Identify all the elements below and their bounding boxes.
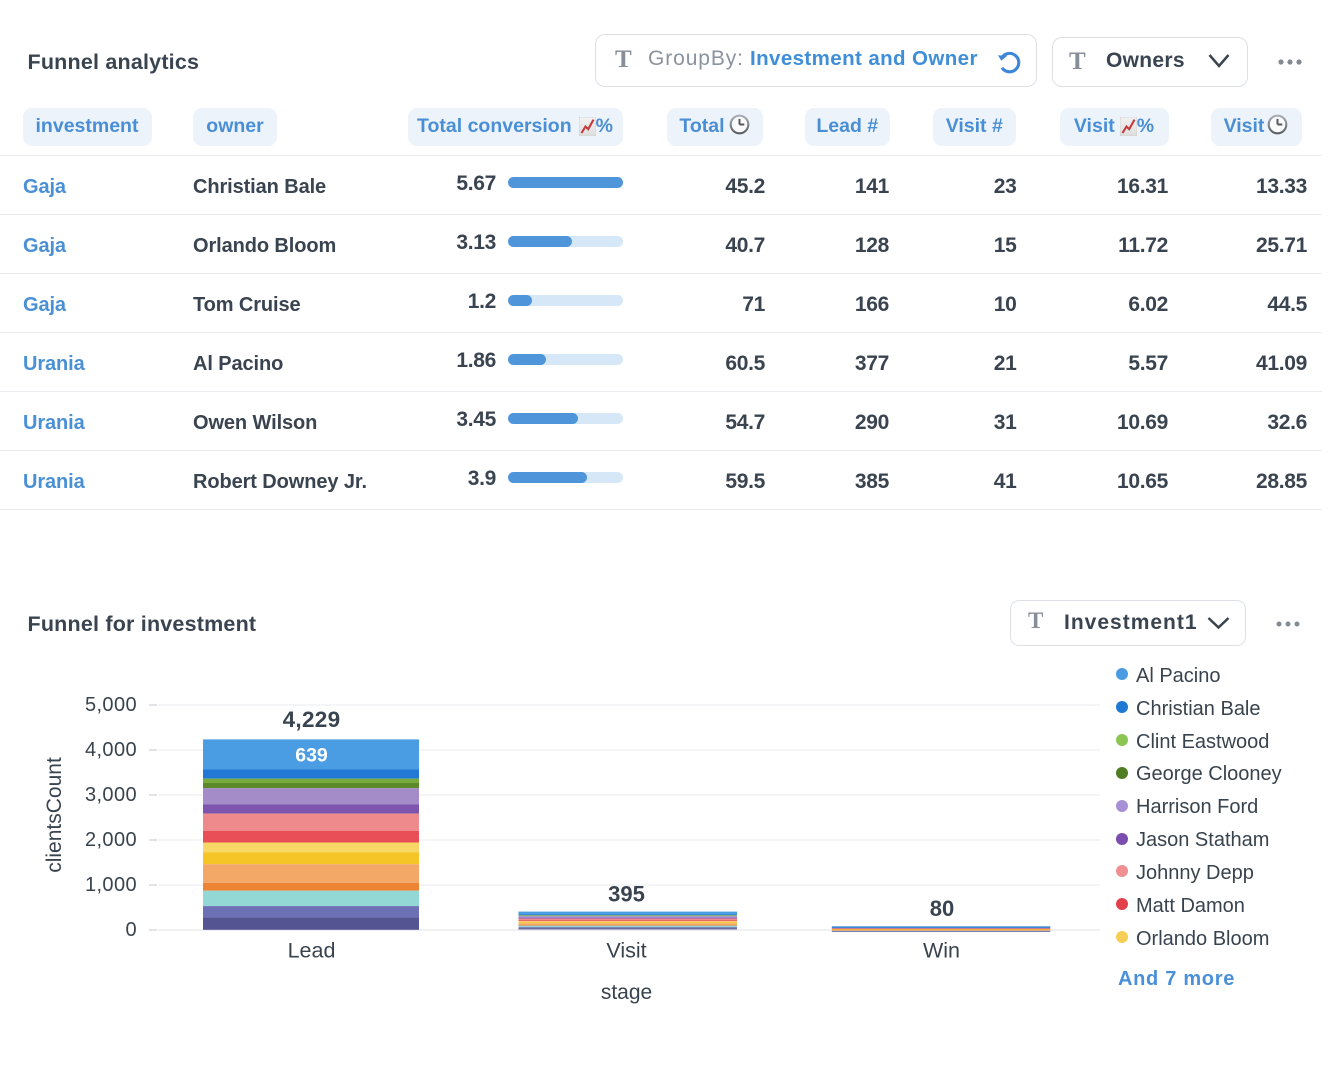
svg-text:Win: Win [923,939,960,963]
svg-text:4,000: 4,000 [85,739,137,761]
svg-text:395: 395 [608,882,645,907]
svg-text:4,229: 4,229 [283,707,341,732]
svg-text:stage: stage [601,981,652,1004]
svg-text:80: 80 [930,896,954,921]
svg-text:1,000: 1,000 [85,874,137,896]
svg-text:3,000: 3,000 [85,784,137,806]
svg-text:2,000: 2,000 [85,829,137,851]
svg-text:Visit: Visit [606,939,646,963]
svg-text:clientsCount: clientsCount [43,757,66,873]
svg-text:639: 639 [295,745,328,767]
svg-text:5,000: 5,000 [85,694,137,716]
svg-text:Lead: Lead [288,939,336,963]
svg-text:0: 0 [125,919,137,941]
